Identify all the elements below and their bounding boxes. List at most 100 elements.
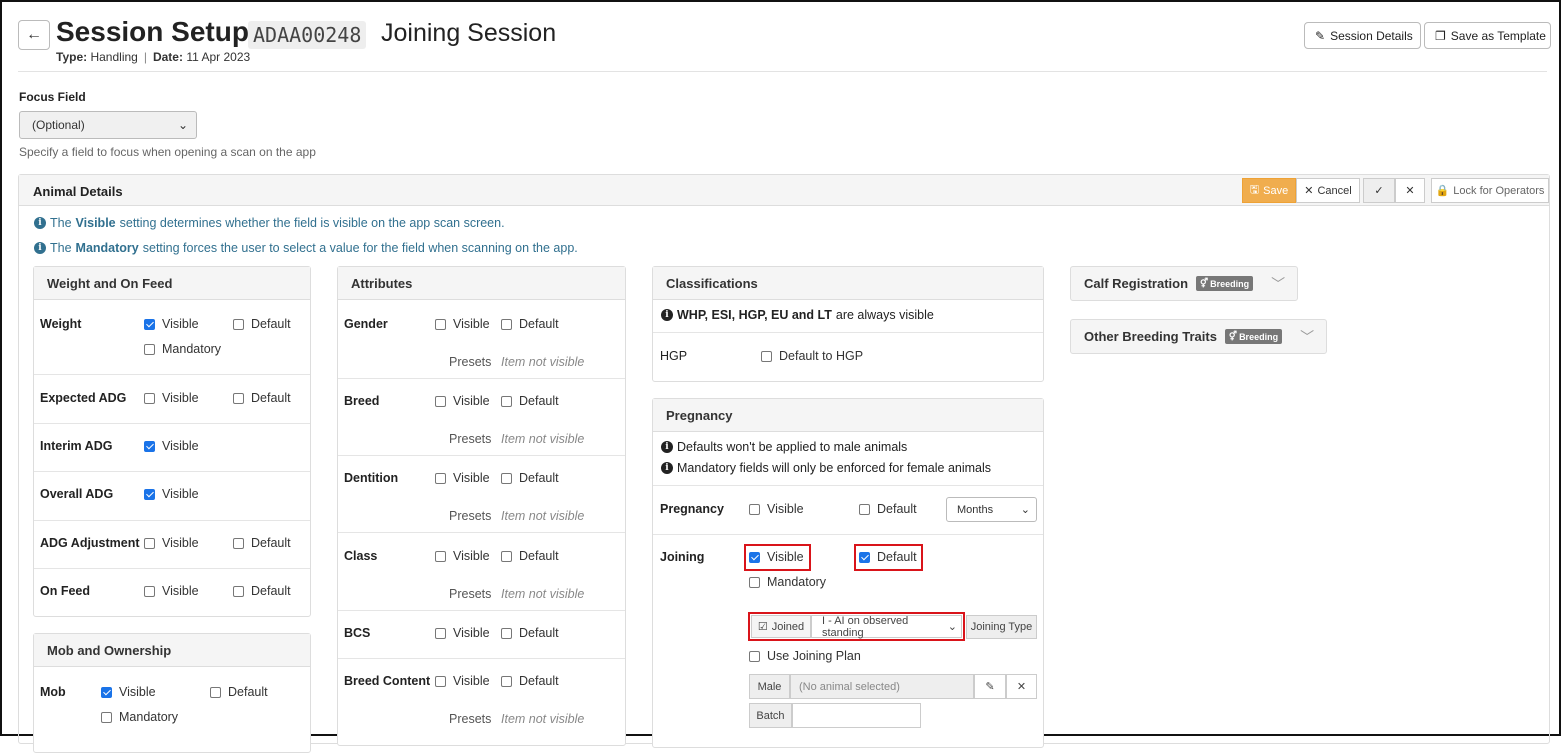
on-feed-default-checkbox[interactable]: Default <box>233 584 291 598</box>
interim-adg-visible-checkbox[interactable]: Visible <box>144 439 199 453</box>
close-icon: ✕ <box>1405 185 1415 197</box>
chevron-down-icon: ⌄ <box>947 621 957 633</box>
info-icon: i <box>34 242 46 254</box>
class-default-checkbox[interactable]: Default <box>501 549 559 563</box>
back-button[interactable]: ← <box>18 20 50 50</box>
info-icon: i <box>661 309 673 321</box>
gender-default-checkbox[interactable]: Default <box>501 317 559 331</box>
mandatory-info: i The Mandatory setting forces the user to… <box>34 241 578 255</box>
gender-visible-checkbox[interactable]: Visible <box>435 317 490 331</box>
dentition-label: Dentition <box>344 471 399 485</box>
row-divider <box>34 374 310 375</box>
page-title: Session Setup <box>56 16 249 47</box>
weight-default-checkbox[interactable]: Default <box>233 317 291 331</box>
breeding-icon: ⚥ <box>1200 278 1209 288</box>
male-label: Male <box>749 674 790 699</box>
class-visible-checkbox[interactable]: Visible <box>435 549 490 563</box>
male-input[interactable]: (No animal selected) <box>790 674 974 699</box>
uncheck-all-button[interactable]: ✕ <box>1395 178 1425 203</box>
joining-type-label: Joining Type <box>966 615 1037 639</box>
info-icon: i <box>661 462 673 474</box>
adg-adjustment-visible-checkbox[interactable]: Visible <box>144 536 199 550</box>
weight-label: Weight <box>40 317 82 331</box>
mob-default-checkbox[interactable]: Default <box>210 685 268 699</box>
overall-adg-visible-checkbox[interactable]: Visible <box>144 487 199 501</box>
calf-registration-card[interactable]: Calf Registration ⚥ Breeding ﹀ <box>1070 266 1298 301</box>
batch-input[interactable] <box>792 703 921 728</box>
adg-adjustment-label: ADG Adjustment <box>40 536 140 550</box>
other-breeding-traits-card[interactable]: Other Breeding Traits ⚥ Breeding ﹀ <box>1070 319 1327 354</box>
pregnancy-unit-select[interactable]: Months ⌄ <box>946 497 1037 522</box>
info-icon: i <box>34 217 46 229</box>
edit-male-button[interactable]: ✎ <box>974 674 1006 699</box>
joining-default-checkbox[interactable]: Default <box>859 550 917 564</box>
weight-card-title: Weight and On Feed <box>34 267 310 300</box>
gender-presets-value: Item not visible <box>501 355 585 369</box>
joining-mandatory-checkbox[interactable]: Mandatory <box>749 575 826 589</box>
clear-male-button[interactable]: ✕ <box>1006 674 1037 699</box>
pregnancy-info-defaults: i Defaults won't be applied to male anima… <box>661 440 907 454</box>
check-all-button[interactable]: ✓ <box>1363 178 1395 203</box>
bcs-visible-checkbox[interactable]: Visible <box>435 626 490 640</box>
chevron-down-icon: ﹀ <box>1271 275 1286 292</box>
row-divider <box>653 534 1043 535</box>
breed-visible-checkbox[interactable]: Visible <box>435 394 490 408</box>
on-feed-visible-checkbox[interactable]: Visible <box>144 584 199 598</box>
mob-visible-checkbox[interactable]: Visible <box>101 685 156 699</box>
class-label: Class <box>344 549 378 563</box>
batch-label: Batch <box>749 703 792 728</box>
save-as-template-button[interactable]: ❐ Save as Template <box>1424 22 1551 49</box>
breed-default-checkbox[interactable]: Default <box>501 394 559 408</box>
joined-toggle[interactable]: ☑ Joined <box>751 615 811 638</box>
dentition-visible-checkbox[interactable]: Visible <box>435 471 490 485</box>
class-presets-label: Presets <box>449 587 492 601</box>
joining-type-select[interactable]: I - AI on observed standing ⌄ <box>811 615 962 639</box>
chevron-down-icon: ⌄ <box>1020 504 1030 516</box>
classifications-card-title: Classifications <box>653 267 1043 300</box>
bcs-default-checkbox[interactable]: Default <box>501 626 559 640</box>
breed-presets-value: Item not visible <box>501 432 585 446</box>
row-divider <box>653 332 1043 333</box>
focus-field-select[interactable]: (Optional) ⌄ <box>19 111 197 139</box>
mob-mandatory-checkbox[interactable]: Mandatory <box>101 710 178 724</box>
joining-visible-checkbox[interactable]: Visible <box>749 550 804 564</box>
session-details-button[interactable]: ✎ Session Details <box>1304 22 1421 49</box>
mob-label: Mob <box>40 685 66 699</box>
breed-label: Breed <box>344 394 380 408</box>
expected-adg-visible-checkbox[interactable]: Visible <box>144 391 199 405</box>
breed-content-default-checkbox[interactable]: Default <box>501 674 559 688</box>
checkbox-icon: ☑ <box>757 621 768 633</box>
pregnancy-default-checkbox[interactable]: Default <box>859 502 917 516</box>
on-feed-label: On Feed <box>40 584 91 598</box>
focus-field-help: Specify a field to focus when opening a … <box>19 145 316 159</box>
row-divider <box>338 658 625 659</box>
weight-visible-checkbox[interactable]: Visible <box>144 317 199 331</box>
cancel-button[interactable]: ✕ Cancel <box>1296 178 1360 203</box>
overall-adg-label: Overall ADG <box>40 487 114 501</box>
class-presets-value: Item not visible <box>501 587 585 601</box>
breed-content-visible-checkbox[interactable]: Visible <box>435 674 490 688</box>
dentition-presets-label: Presets <box>449 509 492 523</box>
header-divider <box>18 71 1547 72</box>
row-divider <box>34 423 310 424</box>
adg-adjustment-default-checkbox[interactable]: Default <box>233 536 291 550</box>
save-icon: 🖫 <box>1249 184 1260 196</box>
close-icon: ✕ <box>1016 681 1027 693</box>
weight-mandatory-checkbox[interactable]: Mandatory <box>144 342 221 356</box>
lock-for-operators-button[interactable]: 🔒 Lock for Operators <box>1431 178 1549 203</box>
default-to-hgp-checkbox[interactable]: Default to HGP <box>761 349 863 363</box>
row-divider <box>34 520 310 521</box>
pregnancy-visible-checkbox[interactable]: Visible <box>749 502 804 516</box>
expected-adg-default-checkbox[interactable]: Default <box>233 391 291 405</box>
attributes-card-title: Attributes <box>338 267 625 300</box>
breed-content-label: Breed Content <box>344 674 431 688</box>
save-button[interactable]: 🖫 Save <box>1242 178 1296 203</box>
dentition-default-checkbox[interactable]: Default <box>501 471 559 485</box>
row-divider <box>338 378 625 379</box>
breeding-badge: ⚥ Breeding <box>1224 329 1283 344</box>
pregnancy-label: Pregnancy <box>660 502 724 516</box>
breeding-badge: ⚥ Breeding <box>1196 276 1254 291</box>
pencil-icon: ✎ <box>1315 28 1326 43</box>
use-joining-plan-checkbox[interactable]: Use Joining Plan <box>749 649 861 663</box>
breed-content-presets-value: Item not visible <box>501 712 585 726</box>
